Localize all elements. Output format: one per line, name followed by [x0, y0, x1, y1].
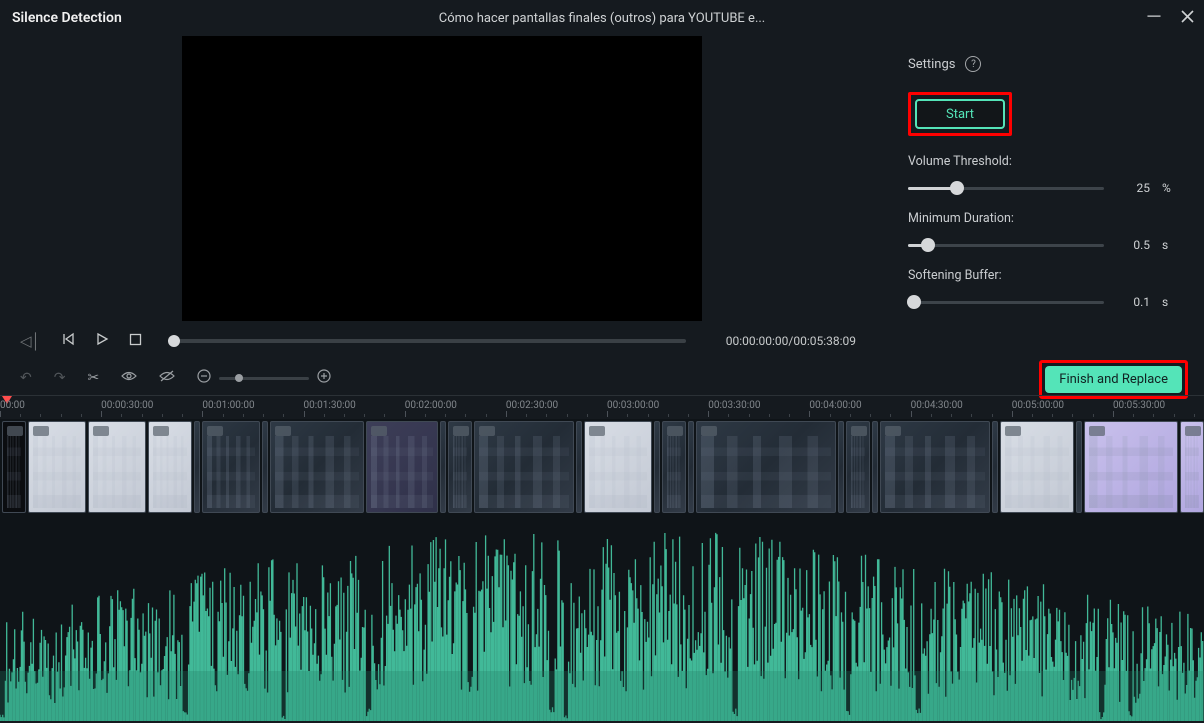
clip[interactable] — [872, 421, 878, 513]
clip[interactable] — [202, 421, 260, 513]
softening-buffer-label: Softening Buffer: — [908, 268, 1176, 283]
softening-buffer-unit: s — [1162, 295, 1176, 309]
ruler-label: 00:02:30:00 — [506, 400, 558, 411]
minimum-duration-slider[interactable] — [908, 244, 1104, 247]
eye-off-icon[interactable] — [159, 370, 175, 386]
clip[interactable] — [838, 421, 844, 513]
ruler-label: 00:00:30:00 — [101, 400, 153, 411]
clip[interactable] — [28, 421, 86, 513]
play-icon[interactable] — [95, 332, 109, 350]
seek-slider[interactable] — [174, 339, 686, 343]
ruler-label: 00:05:00:00 — [1012, 400, 1064, 411]
ruler-label: 00:04:30:00 — [911, 400, 963, 411]
clip[interactable] — [440, 421, 446, 513]
clip[interactable] — [88, 421, 146, 513]
zoom-in-icon[interactable] — [317, 369, 331, 387]
stop-icon[interactable] — [129, 332, 142, 350]
window-title: Silence Detection — [12, 10, 122, 26]
zoom-thumb[interactable] — [235, 374, 243, 382]
eye-icon[interactable] — [121, 370, 137, 386]
clip[interactable] — [584, 421, 652, 513]
settings-label: Settings — [908, 57, 955, 72]
minimum-duration-label: Minimum Duration: — [908, 211, 1176, 226]
clip[interactable] — [2, 421, 26, 513]
ruler-label: 00:05:30:00 — [1113, 400, 1165, 411]
clip[interactable] — [148, 421, 192, 513]
ruler-label: 00:04:00:00 — [809, 400, 861, 411]
zoom-slider[interactable] — [219, 377, 309, 380]
preview-panel: ◁│ 00:00:00:00/00:05:38:09 — [0, 36, 884, 361]
audio-track[interactable] — [0, 519, 1204, 721]
ruler-label: 00:03:00:00 — [607, 400, 659, 411]
prev-frame-icon[interactable]: ◁│ — [20, 332, 41, 350]
clip[interactable] — [474, 421, 574, 513]
timeline-ruler[interactable]: 00:00 00:00:30:00 00:01:00:00 00:01:30:00 00… — [0, 395, 1204, 419]
timeline[interactable] — [0, 419, 1204, 721]
clip[interactable] — [696, 421, 836, 513]
clip[interactable] — [662, 421, 686, 513]
clip[interactable] — [366, 421, 438, 513]
minimum-duration-unit: s — [1162, 238, 1176, 252]
ruler-label: 00:00 — [0, 400, 25, 411]
settings-panel: Settings ? Start Volume Threshold: 25 % … — [884, 36, 1204, 361]
finish-replace-button[interactable]: Finish and Replace — [1045, 366, 1182, 393]
project-title: Cómo hacer pantallas finales (outros) pa… — [439, 11, 765, 26]
waveform — [0, 519, 1204, 721]
clip[interactable] — [194, 421, 200, 513]
clip[interactable] — [1000, 421, 1074, 513]
clip[interactable] — [688, 421, 694, 513]
start-button[interactable]: Start — [915, 99, 1005, 129]
help-icon[interactable]: ? — [965, 56, 981, 72]
clip[interactable] — [1180, 421, 1204, 513]
ruler-label: 00:01:00:00 — [202, 400, 254, 411]
volume-threshold-slider[interactable] — [908, 187, 1104, 190]
volume-threshold-unit: % — [1162, 181, 1176, 195]
close-icon[interactable] — [1181, 10, 1194, 27]
clip[interactable] — [880, 421, 990, 513]
minimum-duration-value: 0.5 — [1116, 238, 1150, 252]
transport-bar: ◁│ 00:00:00:00/00:05:38:09 — [0, 321, 884, 361]
softening-buffer-slider[interactable] — [908, 301, 1104, 304]
clip[interactable] — [448, 421, 472, 513]
seek-thumb[interactable] — [168, 335, 180, 347]
softening-buffer-value: 0.1 — [1116, 295, 1150, 309]
titlebar: Silence Detection Cómo hacer pantallas f… — [0, 0, 1204, 36]
clip[interactable] — [992, 421, 998, 513]
clip[interactable] — [270, 421, 364, 513]
step-back-icon[interactable] — [61, 332, 75, 350]
zoom-out-icon[interactable] — [197, 369, 211, 387]
clip[interactable] — [1084, 421, 1178, 513]
volume-threshold-label: Volume Threshold: — [908, 154, 1176, 169]
start-highlight: Start — [908, 92, 1012, 136]
clip[interactable] — [262, 421, 268, 513]
ruler-label: 00:02:00:00 — [405, 400, 457, 411]
slider-thumb[interactable] — [950, 181, 964, 195]
redo-icon[interactable]: ↷ — [54, 370, 66, 386]
finish-highlight: Finish and Replace — [1039, 360, 1188, 399]
video-preview[interactable] — [182, 36, 702, 321]
clip[interactable] — [654, 421, 660, 513]
slider-thumb[interactable] — [921, 238, 935, 252]
timeline-toolbar: ↶ ↷ ✂ Finish and Replace — [0, 361, 1204, 395]
ruler-label: 00:01:30:00 — [304, 400, 356, 411]
clip[interactable] — [1076, 421, 1082, 513]
ruler-label: 00:03:30:00 — [708, 400, 760, 411]
volume-threshold-value: 25 — [1116, 181, 1150, 195]
timecode-display: 00:00:00:00/00:05:38:09 — [726, 334, 856, 348]
clip[interactable] — [576, 421, 582, 513]
clip[interactable] — [846, 421, 870, 513]
undo-icon[interactable]: ↶ — [20, 370, 32, 386]
video-track[interactable] — [0, 419, 1204, 515]
cut-icon[interactable]: ✂ — [87, 370, 99, 386]
slider-thumb[interactable] — [907, 295, 921, 309]
